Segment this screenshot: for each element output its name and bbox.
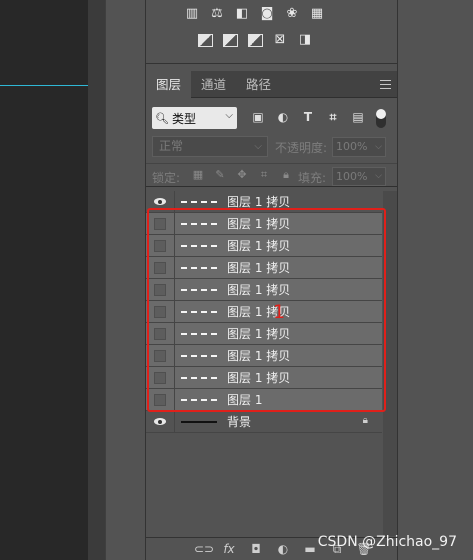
layers-panel-column: ▥ ⚖ ◧ ◙ ❀ ▦ ⊠ ◨ 图层 通道 路径 🔍︎ 类型 ⌵ ▣ ◐ T ⌗… [145, 0, 458, 560]
gradient-map-icon[interactable]: ⊠ [272, 32, 288, 48]
adjustment-layer-icon[interactable]: ◐ [275, 541, 291, 557]
channel-mixer-icon[interactable]: ❀ [284, 6, 300, 22]
panel-menu-icon[interactable] [380, 80, 391, 89]
lock-artboard-icon[interactable]: ⌗ [257, 168, 271, 182]
lock-position-icon[interactable]: ✥ [235, 168, 249, 182]
link-layers-icon[interactable]: ⊂⊃ [194, 541, 214, 557]
chevron-down-icon: ⌵ [254, 141, 262, 152]
tab-layers[interactable]: 图层 [146, 71, 192, 98]
lock-label: 锁定: [152, 171, 181, 185]
smart-object-filter-icon[interactable]: ▤ [350, 109, 366, 125]
watermark: CSDN @Zhichao_97 [317, 534, 457, 550]
camera-icon[interactable]: ◙ [259, 6, 275, 22]
adjustments-row-1: ▥ ⚖ ◧ ◙ ❀ ▦ [184, 6, 325, 22]
grid-icon[interactable]: ▦ [309, 6, 325, 22]
eye-icon [154, 198, 166, 205]
opacity-value: 100% [336, 140, 368, 153]
threshold-icon[interactable] [247, 32, 263, 48]
lock-icon: 🔒︎ [362, 415, 368, 426]
adjustments-panel: ▥ ⚖ ◧ ◙ ❀ ▦ ⊠ ◨ [146, 0, 397, 64]
filter-toggle[interactable] [376, 109, 386, 128]
fill-field[interactable]: 100% ⌵ [332, 167, 386, 186]
collapsed-panel-dock [105, 0, 145, 560]
balance-icon[interactable]: ⚖ [209, 6, 225, 22]
eye-icon [154, 418, 166, 425]
posterize-icon[interactable] [222, 32, 238, 48]
lock-pixels-icon[interactable]: ✎ [213, 168, 227, 182]
lock-all-icon[interactable]: 🔒︎ [279, 168, 293, 182]
document-canvas[interactable] [0, 0, 88, 560]
layer-thumbnail [181, 200, 217, 203]
tab-paths[interactable]: 路径 [236, 71, 281, 98]
image-filter-icon[interactable]: ▣ [250, 109, 266, 125]
chevron-down-icon: ⌵ [375, 142, 382, 152]
fill-value: 100% [336, 170, 368, 183]
bw-icon[interactable]: ◧ [234, 6, 250, 22]
layer-name: 背景 [227, 415, 252, 429]
visibility-toggle[interactable] [146, 410, 175, 433]
annotation-number-1: 1 [273, 301, 286, 323]
chevron-down-icon: ⌵ [225, 110, 233, 121]
panel-tabs: 图层 通道 路径 [146, 71, 397, 98]
search-icon: 🔍︎ [155, 111, 169, 125]
blend-mode-select[interactable]: 正常 ⌵ [152, 136, 268, 157]
adjustment-filter-icon[interactable]: ◐ [275, 109, 291, 125]
new-group-icon[interactable]: ▬ [302, 541, 318, 557]
opacity-label: 不透明度: [275, 141, 328, 155]
levels-icon[interactable]: ▥ [184, 6, 200, 22]
layer-filter-select[interactable]: 🔍︎ 类型 ⌵ [152, 107, 237, 129]
type-filter-icon[interactable]: T [300, 109, 316, 125]
layer-thumbnail [181, 421, 217, 423]
filter-icons: ▣ ◐ T ⌗ ▤ [250, 109, 366, 125]
lock-transparency-icon[interactable]: ▦ [191, 168, 205, 182]
filter-label: 类型 [171, 111, 196, 126]
selective-color-icon[interactable]: ◨ [297, 32, 313, 48]
add-mask-icon[interactable]: ◘ [248, 541, 264, 557]
layer-row[interactable]: 背景 🔒︎ [146, 410, 382, 433]
fx-icon[interactable]: fx [221, 541, 237, 557]
lock-icons: ▦ ✎ ✥ ⌗ 🔒︎ [191, 168, 293, 182]
blend-mode-value: 正常 [159, 139, 184, 153]
opacity-field[interactable]: 100% ⌵ [332, 137, 386, 157]
right-dock [398, 0, 473, 560]
fill-label: 填充: [298, 171, 327, 185]
canvas-guide-line [0, 85, 88, 86]
adjustments-row-2: ⊠ ◨ [197, 32, 313, 48]
canvas-scrollbar[interactable] [88, 0, 105, 560]
invert-icon[interactable] [197, 32, 213, 48]
tab-channels[interactable]: 通道 [191, 71, 236, 98]
chevron-down-icon: ⌵ [375, 171, 382, 181]
shape-filter-icon[interactable]: ⌗ [325, 109, 341, 125]
lock-row: 锁定: ▦ ✎ ✥ ⌗ 🔒︎ 填充: 100% ⌵ [146, 163, 397, 187]
annotation-highlight-box [147, 208, 386, 412]
